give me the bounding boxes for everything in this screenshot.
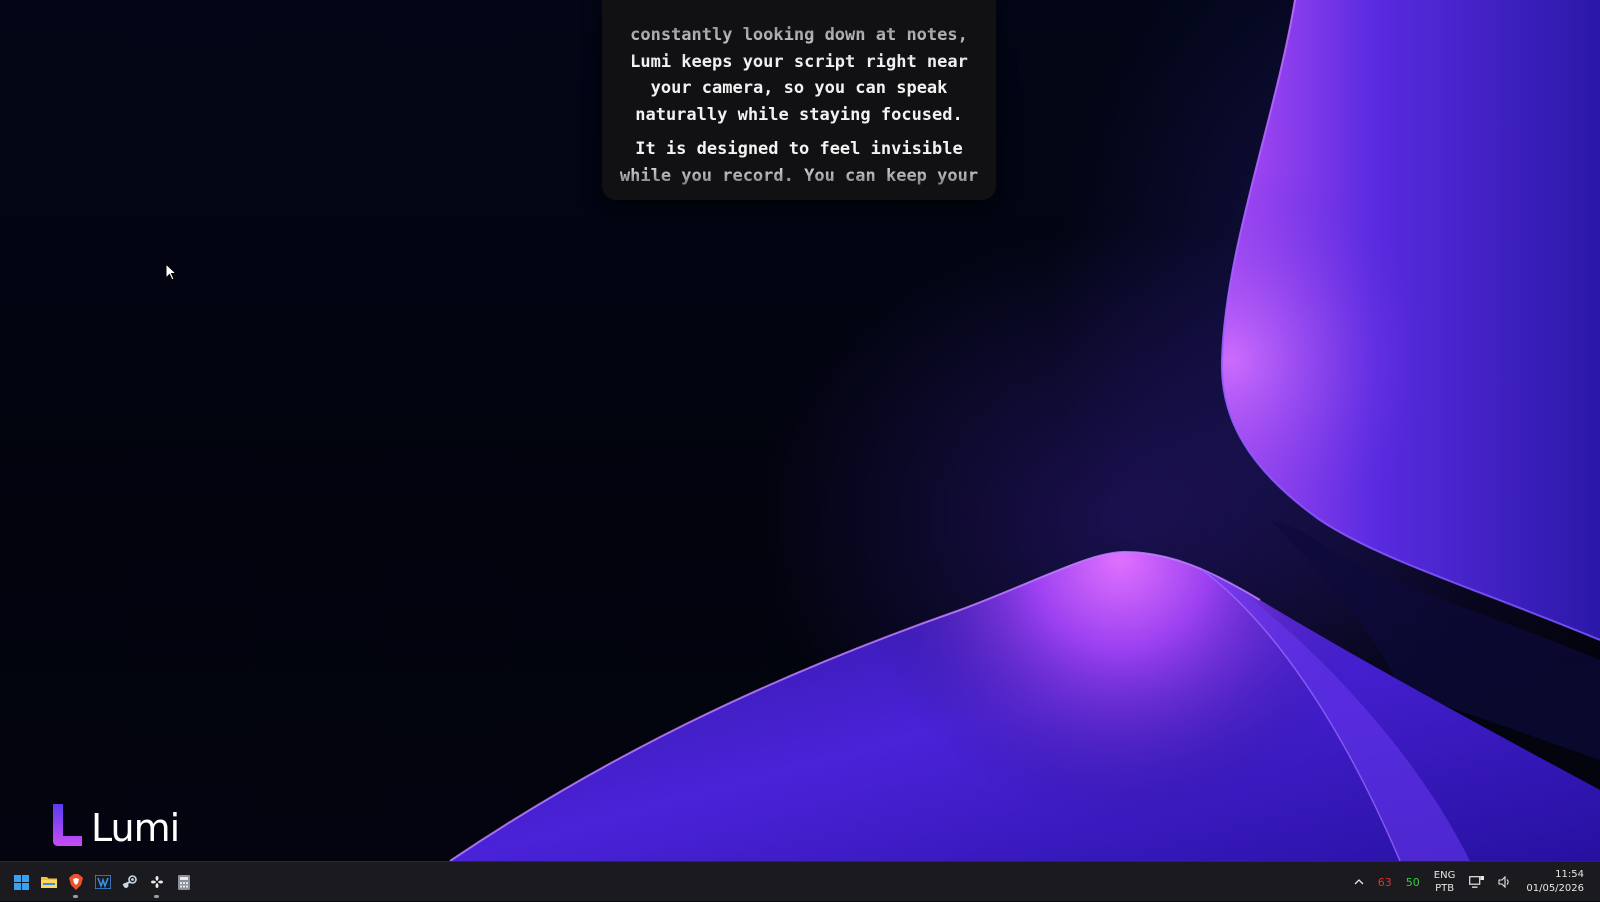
chevron-up-icon (1354, 879, 1364, 885)
clock[interactable]: 11:54 01/05/2026 (1519, 862, 1600, 902)
script-paragraph: It is designed to feel invisible while y… (602, 136, 996, 189)
start-button[interactable] (8, 863, 35, 901)
mouse-cursor-icon (165, 263, 177, 281)
taskbar-visual-studio[interactable] (89, 863, 116, 901)
calculator-icon (177, 874, 190, 890)
language-secondary: PTB (1435, 883, 1455, 894)
volume-control[interactable] (1491, 862, 1519, 902)
clock-date: 01/05/2026 (1526, 883, 1584, 894)
network-icon (1469, 875, 1485, 888)
script-paragraph: constantly looking down at notes, Lumi k… (602, 22, 996, 128)
visual-studio-icon (94, 875, 111, 889)
script-line: Lumi keeps your script right near (630, 51, 968, 72)
windows-start-icon (14, 874, 29, 890)
tray-overflow-button[interactable] (1347, 862, 1371, 902)
brave-browser-icon (68, 874, 83, 890)
taskbar-file-explorer[interactable] (35, 863, 62, 901)
language-primary: ENG (1433, 870, 1456, 881)
script-line: It is designed to feel invisible (635, 139, 963, 159)
system-tray: 63 50 ENG PTB 11:54 01/05/2026 (1347, 862, 1600, 902)
lumi-wordmark: Lumi (91, 806, 180, 850)
script-line: while you record. You can keep your (619, 165, 979, 186)
running-indicator (154, 895, 159, 898)
taskbar-brave[interactable] (62, 863, 89, 901)
teleprompter-overlay[interactable]: constantly looking down at notes, Lumi k… (602, 0, 996, 200)
gpu-temperature[interactable]: 50 (1399, 862, 1427, 902)
taskbar-steam[interactable] (116, 863, 143, 901)
speaker-icon (1498, 876, 1510, 888)
fan-utility-icon (150, 876, 163, 888)
taskbar-fan-utility[interactable] (143, 863, 170, 901)
cpu-temperature[interactable]: 63 (1371, 862, 1399, 902)
teleprompter-script: constantly looking down at notes, Lumi k… (602, 22, 996, 197)
script-line: naturally while staying focused. (635, 104, 963, 125)
network-status[interactable] (1462, 862, 1491, 902)
running-indicator (73, 895, 78, 898)
taskbar-calculator[interactable] (170, 863, 197, 901)
desktop[interactable]: constantly looking down at notes, Lumi k… (0, 0, 1600, 861)
script-line: constantly looking down at notes, (630, 25, 968, 45)
lumi-logo-icon (53, 804, 82, 846)
taskbar-apps (8, 862, 197, 902)
language-switcher[interactable]: ENG PTB (1427, 862, 1463, 902)
script-line: your camera, so you can speak (650, 78, 948, 98)
steam-icon (122, 875, 137, 888)
taskbar: 63 50 ENG PTB 11:54 01/05/2026 (0, 861, 1600, 901)
lumi-logo: Lumi (50, 802, 180, 850)
file-explorer-icon (40, 877, 57, 888)
clock-time: 11:54 (1555, 869, 1584, 880)
